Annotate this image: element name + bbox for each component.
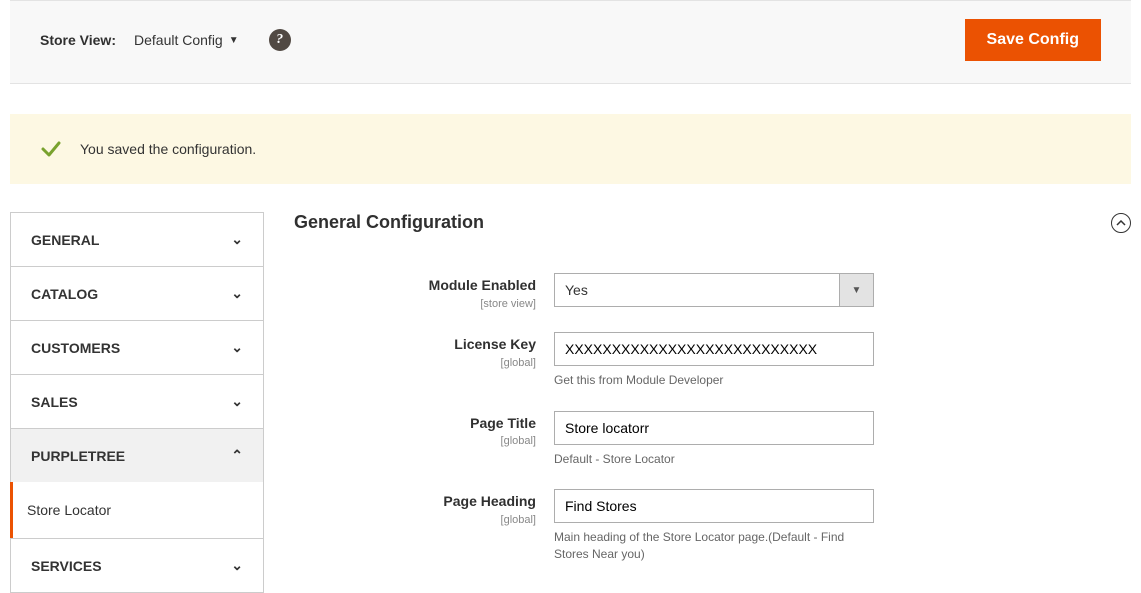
- field-note: Default - Store Locator: [554, 451, 874, 468]
- field-row-module-enabled: Module Enabled [store view] Yes ▼: [294, 273, 1131, 310]
- sidebar-tab-label: PURPLETREE: [31, 448, 125, 464]
- sidebar-tab-sales[interactable]: SALES ⌄: [10, 374, 264, 429]
- success-message-text: You saved the configuration.: [80, 141, 256, 157]
- config-sidebar: GENERAL ⌄ CATALOG ⌄ CUSTOMERS ⌄ SALES ⌄ …: [10, 212, 264, 592]
- sidebar-item-label: Store Locator: [27, 502, 111, 518]
- page-heading-input[interactable]: [554, 489, 874, 523]
- caret-down-icon: ▼: [229, 35, 239, 46]
- sidebar-tab-services[interactable]: SERVICES ⌄: [10, 538, 264, 593]
- select-value: Yes: [565, 282, 588, 298]
- toolbar: Store View: Default Config ▼ ? Save Conf…: [10, 0, 1131, 84]
- field-scope: [global]: [501, 514, 536, 526]
- config-main: General Configuration Module Enabled [st…: [264, 212, 1131, 563]
- field-row-license-key: License Key [global] Get this from Modul…: [294, 332, 1131, 389]
- field-scope: [store view]: [480, 298, 536, 310]
- field-note: Get this from Module Developer: [554, 372, 874, 389]
- field-row-page-heading: Page Heading [global] Main heading of th…: [294, 489, 1131, 563]
- section-title: General Configuration: [294, 212, 484, 233]
- chevron-down-icon: ⌄: [231, 557, 243, 574]
- sidebar-tab-label: GENERAL: [31, 232, 99, 248]
- field-scope: [global]: [501, 435, 536, 447]
- sidebar-tab-label: SERVICES: [31, 558, 102, 574]
- chevron-down-icon: ⌄: [231, 285, 243, 302]
- sidebar-item-store-locator[interactable]: Store Locator: [10, 482, 264, 539]
- sidebar-tab-purpletree[interactable]: PURPLETREE ⌃: [10, 428, 264, 483]
- store-view-label: Store View:: [40, 32, 116, 48]
- sidebar-tab-general[interactable]: GENERAL ⌄: [10, 212, 264, 267]
- success-message: You saved the configuration.: [10, 114, 1131, 184]
- sidebar-tab-label: CATALOG: [31, 286, 98, 302]
- sidebar-tab-catalog[interactable]: CATALOG ⌄: [10, 266, 264, 321]
- save-config-button[interactable]: Save Config: [965, 19, 1101, 61]
- field-label: Page Heading: [294, 493, 536, 510]
- sidebar-tab-customers[interactable]: CUSTOMERS ⌄: [10, 320, 264, 375]
- field-label: Page Title: [294, 415, 536, 432]
- module-enabled-select[interactable]: Yes ▼: [554, 273, 874, 307]
- chevron-down-icon: ⌄: [231, 393, 243, 410]
- chevron-down-icon: ⌄: [231, 231, 243, 248]
- chevron-up-icon: ⌃: [231, 447, 243, 464]
- sidebar-tab-label: SALES: [31, 394, 78, 410]
- store-view-select[interactable]: Default Config ▼: [134, 32, 239, 48]
- collapse-up-icon: [1111, 213, 1131, 233]
- field-label: License Key: [294, 336, 536, 353]
- store-view-value: Default Config: [134, 32, 223, 48]
- caret-down-icon: ▼: [839, 274, 873, 306]
- chevron-down-icon: ⌄: [231, 339, 243, 356]
- field-scope: [global]: [501, 357, 536, 369]
- field-label: Module Enabled: [294, 277, 536, 294]
- sidebar-tab-label: CUSTOMERS: [31, 340, 120, 356]
- help-icon[interactable]: ?: [269, 29, 291, 51]
- field-row-page-title: Page Title [global] Default - Store Loca…: [294, 411, 1131, 468]
- page-title-input[interactable]: [554, 411, 874, 445]
- section-header[interactable]: General Configuration: [294, 212, 1131, 251]
- field-note: Main heading of the Store Locator page.(…: [554, 529, 874, 563]
- check-icon: [40, 138, 62, 160]
- license-key-input[interactable]: [554, 332, 874, 366]
